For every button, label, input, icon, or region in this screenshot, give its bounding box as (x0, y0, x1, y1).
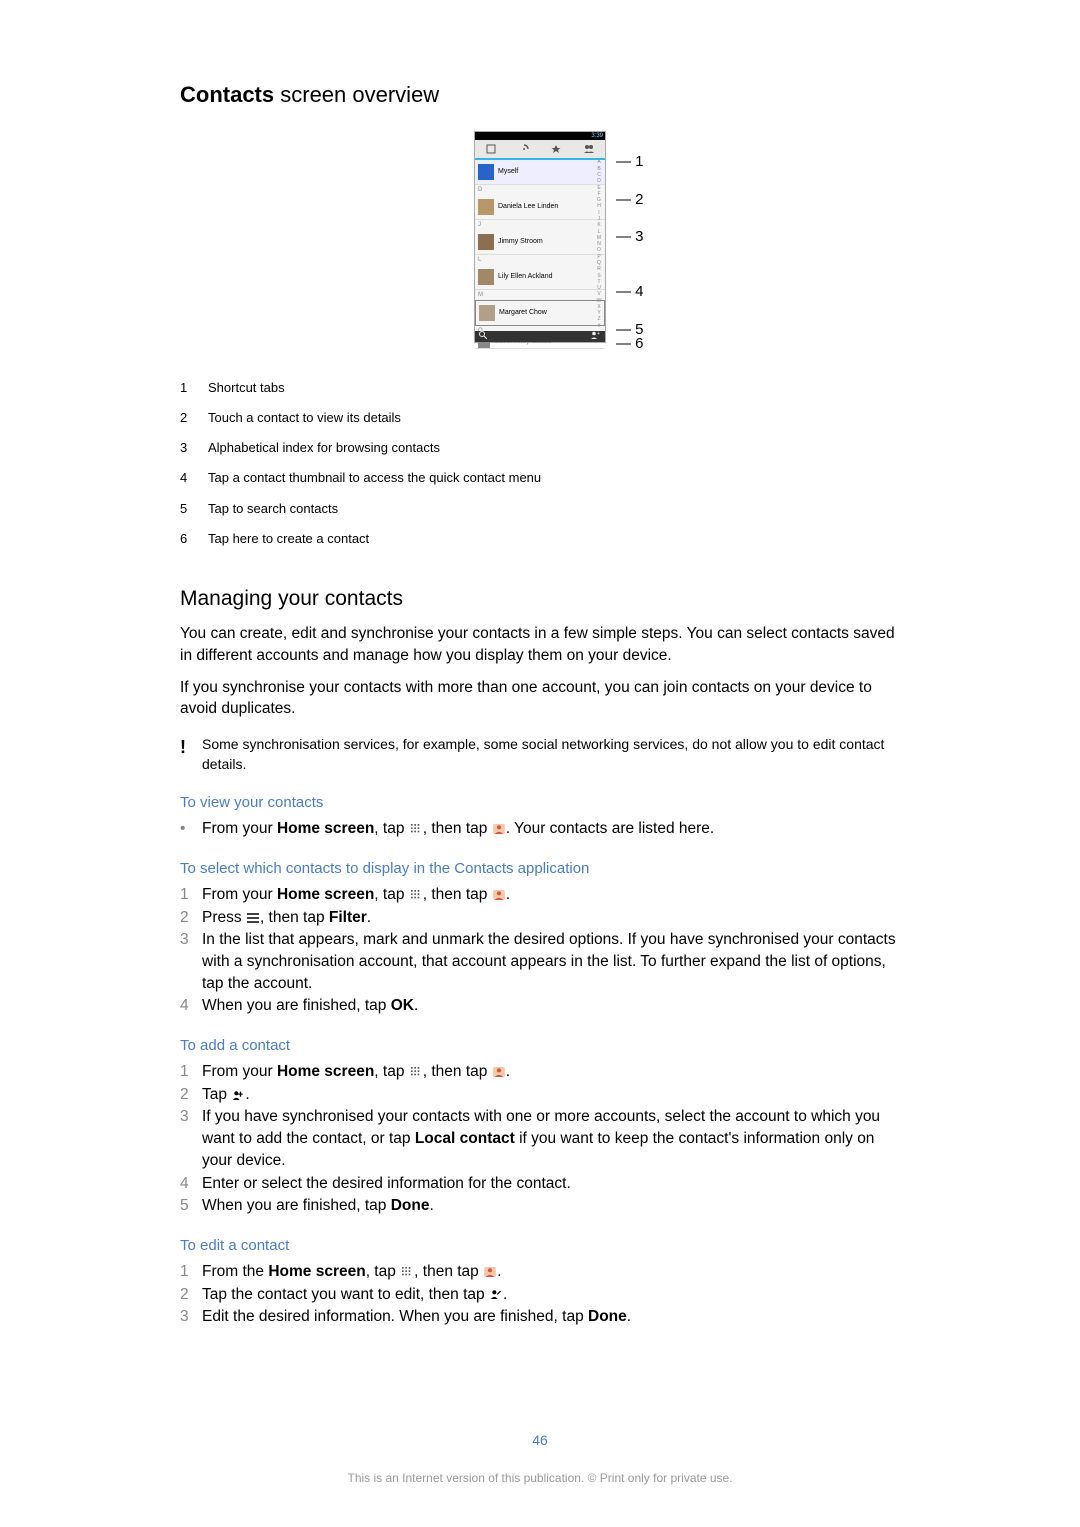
instruction-text: When you are finished, tap OK. (202, 995, 900, 1017)
procedure-heading: To add a contact (180, 1035, 900, 1056)
step-number: 3 (180, 1306, 202, 1328)
legend-row: 5Tap to search contacts (180, 494, 900, 524)
instruction-text: Edit the desired information. When you a… (202, 1306, 900, 1328)
step-number: 4 (180, 1173, 202, 1195)
body-text: You can create, edit and synchronise you… (180, 623, 900, 666)
managing-heading: Managing your contacts (180, 584, 900, 613)
step-number: 5 (180, 1195, 202, 1217)
add-person-icon (231, 1086, 245, 1103)
avatar-icon (479, 305, 495, 321)
step-number: 2 (180, 907, 202, 929)
note-text: Some synchronisation services, for examp… (202, 735, 900, 774)
instruction-text: From your Home screen, tap , then tap . … (202, 818, 900, 840)
alpha-index: ABCDEFGHIJKLMNOPQRSTUVWXYZ# (595, 160, 603, 330)
apps-grid-icon (400, 1263, 414, 1280)
instruction-text: Tap . (202, 1084, 900, 1106)
contact-name: Lily Ellen Ackland (498, 272, 552, 282)
callout-num: 2 (635, 191, 643, 208)
instruction-text: From the Home screen, tap , then tap . (202, 1261, 900, 1283)
contacts-app-icon (492, 820, 506, 837)
contact-name: Jimmy Stroom (498, 237, 543, 247)
callout-num: 1 (635, 153, 643, 170)
instruction-text: In the list that appears, mark and unmar… (202, 929, 900, 994)
index-separator: L (475, 255, 605, 265)
legend-row: 1Shortcut tabs (180, 373, 900, 403)
step-number: 2 (180, 1084, 202, 1106)
avatar-icon (478, 199, 494, 215)
callout-num: 4 (635, 283, 643, 300)
step-number: 3 (180, 929, 202, 994)
svg-text:+: + (597, 331, 600, 337)
step-number: 1 (180, 1061, 202, 1083)
body-text: If you synchronise your contacts with mo… (180, 677, 900, 720)
instruction-text: When you are finished, tap Done. (202, 1195, 900, 1217)
callout-num: 3 (635, 228, 643, 245)
instruction-text: Tap the contact you want to edit, then t… (202, 1284, 900, 1306)
index-separator: D (475, 185, 605, 195)
legend-row: 3Alphabetical index for browsing contact… (180, 433, 900, 463)
apps-grid-icon (409, 886, 423, 903)
contacts-app-icon (483, 1263, 497, 1280)
add-contact-icon: + (591, 331, 601, 342)
procedure-heading: To edit a contact (180, 1235, 900, 1256)
screenshot-figure: 3:39 Myself (180, 131, 900, 343)
step-number: 1 (180, 884, 202, 906)
tab-icon (508, 140, 541, 158)
instruction-text: If you have synchronised your contacts w… (202, 1106, 900, 1171)
avatar-icon (478, 164, 494, 180)
contact-name: Myself (498, 167, 518, 177)
legend-row: 4Tap a contact thumbnail to access the q… (180, 463, 900, 493)
instruction-text: Press , then tap Filter. (202, 907, 900, 929)
procedure-heading: To view your contacts (180, 792, 900, 813)
instruction-text: From your Home screen, tap , then tap . (202, 884, 900, 906)
footer-text: This is an Internet version of this publ… (0, 1470, 1080, 1487)
tab-icon (540, 140, 573, 158)
step-number: 3 (180, 1106, 202, 1171)
contact-name: Daniela Lee Linden (498, 202, 558, 212)
step-number: 1 (180, 1261, 202, 1283)
index-separator: M (475, 290, 605, 300)
step-number: 4 (180, 995, 202, 1017)
menu-icon (246, 909, 260, 926)
avatar-icon (478, 269, 494, 285)
procedure-heading: To select which contacts to display in t… (180, 858, 900, 879)
edit-person-icon (489, 1286, 503, 1303)
bullet-icon (180, 818, 202, 840)
instruction-text: From your Home screen, tap , then tap . (202, 1061, 900, 1083)
avatar-icon (478, 234, 494, 250)
apps-grid-icon (409, 1063, 423, 1080)
phone-mock: 3:39 Myself (474, 131, 606, 343)
contacts-app-icon (492, 1063, 506, 1080)
callout-num: 6 (635, 335, 643, 352)
apps-grid-icon (409, 820, 423, 837)
section-title: Contacts screen overview (180, 80, 900, 111)
caution-icon: ! (180, 735, 202, 774)
index-separator: J (475, 220, 605, 230)
search-icon (479, 331, 487, 342)
instruction-text: Enter or select the desired information … (202, 1173, 900, 1195)
tab-icon (573, 140, 606, 158)
page-number: 46 (0, 1431, 1080, 1451)
legend-table: 1Shortcut tabs2Touch a contact to view i… (180, 373, 900, 554)
legend-row: 6Tap here to create a contact (180, 524, 900, 554)
tab-icon (475, 140, 508, 158)
contact-name: Margaret Chow (499, 308, 547, 318)
step-number: 2 (180, 1284, 202, 1306)
contacts-app-icon (492, 886, 506, 903)
legend-row: 2Touch a contact to view its details (180, 403, 900, 433)
